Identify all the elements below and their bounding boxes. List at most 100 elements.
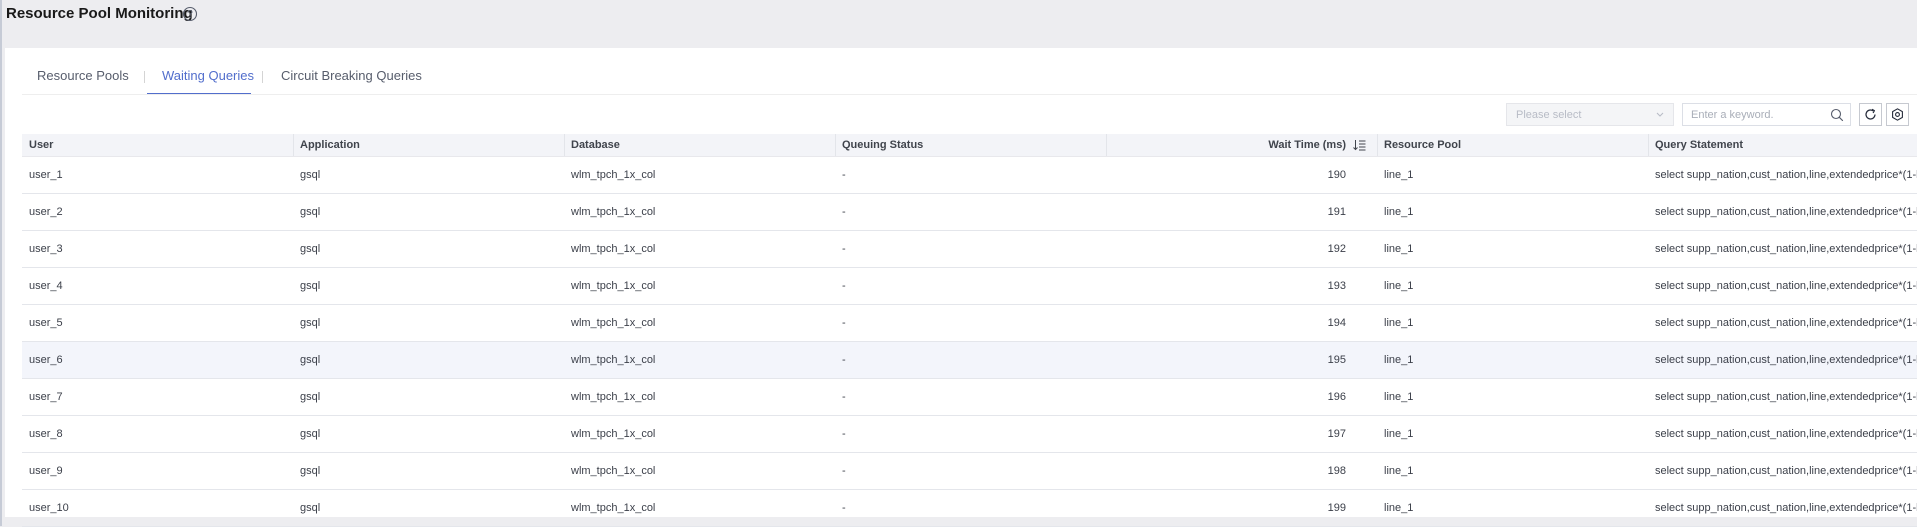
cell-wait-time: 193 xyxy=(1327,280,1346,292)
tabs-divider xyxy=(22,94,1917,95)
gear-icon xyxy=(1892,108,1903,121)
table-row[interactable]: user_7 gsql wlm_tpch_1x_col - 196 line_1 selec… xyxy=(22,379,1917,416)
chevron-down-icon xyxy=(1656,112,1664,117)
table-header: User Application Database Queuing Status… xyxy=(22,134,1917,157)
cell-query-statement: select supp_nation,cust_nation,line,exte… xyxy=(1655,428,1917,440)
cell-resource-pool: line_1 xyxy=(1384,317,1414,329)
table-row[interactable]: user_6 gsql wlm_tpch_1x_col - 195 line_1 selec… xyxy=(22,342,1917,379)
cell-queuing-status: - xyxy=(842,280,846,292)
refresh-icon xyxy=(1865,108,1876,120)
cell-application: gsql xyxy=(300,169,321,181)
cell-application: gsql xyxy=(300,243,321,255)
cell-query-statement: select supp_nation,cust_nation,line,exte… xyxy=(1655,354,1917,366)
table-row[interactable]: user_2 gsql wlm_tpch_1x_col - 191 line_1 selec… xyxy=(22,194,1917,231)
cell-database: wlm_tpch_1x_col xyxy=(571,169,656,181)
cell-user: user_8 xyxy=(29,428,63,440)
cell-queuing-status: - xyxy=(842,317,846,329)
cell-query-statement: select supp_nation,cust_nation,line,exte… xyxy=(1655,280,1917,292)
cell-wait-time: 196 xyxy=(1327,391,1346,403)
cell-user: user_1 xyxy=(29,169,63,181)
tab-divider xyxy=(144,71,145,83)
cell-queuing-status: - xyxy=(842,465,846,477)
cell-user: user_4 xyxy=(29,280,63,292)
cell-query-statement: select supp_nation,cust_nation,line,exte… xyxy=(1655,465,1917,477)
left-border xyxy=(0,0,2,526)
cell-queuing-status: - xyxy=(842,243,846,255)
cell-query-statement: select supp_nation,cust_nation,line,exte… xyxy=(1655,243,1917,255)
page-title: Resource Pool Monitoring xyxy=(6,5,193,22)
cell-user: user_6 xyxy=(29,354,63,366)
column-header-database: Database xyxy=(571,139,620,151)
cell-application: gsql xyxy=(300,280,321,292)
search-input[interactable] xyxy=(1683,104,1823,125)
waiting-queries-table: User Application Database Queuing Status… xyxy=(22,134,1917,527)
cell-database: wlm_tpch_1x_col xyxy=(571,391,656,403)
cell-database: wlm_tpch_1x_col xyxy=(571,354,656,366)
cell-wait-time: 190 xyxy=(1327,169,1346,181)
refresh-button[interactable] xyxy=(1859,103,1882,126)
bottom-strip xyxy=(5,517,1917,526)
cell-user: user_7 xyxy=(29,391,63,403)
table-row[interactable]: user_9 gsql wlm_tpch_1x_col - 198 line_1 selec… xyxy=(22,453,1917,490)
page-header: Resource Pool Monitoring xyxy=(0,0,1917,48)
cell-queuing-status: - xyxy=(842,391,846,403)
table-row[interactable]: user_5 gsql wlm_tpch_1x_col - 194 line_1 selec… xyxy=(22,305,1917,342)
table-row[interactable]: user_4 gsql wlm_tpch_1x_col - 193 line_1 selec… xyxy=(22,268,1917,305)
cell-resource-pool: line_1 xyxy=(1384,243,1414,255)
settings-button[interactable] xyxy=(1886,103,1909,126)
cell-database: wlm_tpch_1x_col xyxy=(571,428,656,440)
cell-wait-time: 192 xyxy=(1327,243,1346,255)
cell-application: gsql xyxy=(300,391,321,403)
cell-queuing-status: - xyxy=(842,206,846,218)
cell-resource-pool: line_1 xyxy=(1384,280,1414,292)
table-body: user_1 gsql wlm_tpch_1x_col -190 line_1 selec… xyxy=(22,157,1917,527)
tab-resource-pools[interactable]: Resource Pools xyxy=(37,68,129,83)
cell-database: wlm_tpch_1x_col xyxy=(571,206,656,218)
cell-database: wlm_tpch_1x_col xyxy=(571,280,656,292)
cell-user: user_3 xyxy=(29,243,63,255)
cell-user: user_2 xyxy=(29,206,63,218)
column-header-query-statement: Query Statement xyxy=(1655,139,1744,151)
question-circle-icon[interactable] xyxy=(182,6,198,22)
column-header-queuing-status: Queuing Status xyxy=(842,139,924,151)
filter-select[interactable]: Please select xyxy=(1506,103,1674,126)
table-row[interactable]: user_1 gsql wlm_tpch_1x_col - 190 line_1 selec… xyxy=(22,157,1917,194)
cell-user: user_9 xyxy=(29,465,63,477)
cell-wait-time: 195 xyxy=(1327,354,1346,366)
column-header-wait-time[interactable]: Wait Time (ms) xyxy=(1106,134,1346,156)
cell-queuing-status: - xyxy=(842,354,846,366)
page: Resource Pool Monitoring Resource Pools … xyxy=(0,0,1917,527)
cell-resource-pool: line_1 xyxy=(1384,391,1414,403)
cell-wait-time: 191 xyxy=(1327,206,1346,218)
cell-resource-pool: line_1 xyxy=(1384,354,1414,366)
sort-descending-icon[interactable] xyxy=(1353,139,1366,151)
cell-wait-time: 194 xyxy=(1327,317,1346,329)
cell-wait-time: 197 xyxy=(1327,428,1346,440)
cell-query-statement: select supp_nation,cust_nation,line,exte… xyxy=(1655,169,1917,181)
cell-user: user_5 xyxy=(29,317,63,329)
cell-database: wlm_tpch_1x_col xyxy=(571,243,656,255)
cell-resource-pool: line_1 xyxy=(1384,428,1414,440)
cell-queuing-status: - xyxy=(842,169,846,181)
search-icon[interactable] xyxy=(1830,108,1844,122)
cell-application: gsql xyxy=(300,317,321,329)
cell-query-statement: select supp_nation,cust_nation,line,exte… xyxy=(1655,317,1917,329)
column-header-application: Application xyxy=(300,139,360,151)
cell-queuing-status: - xyxy=(842,428,846,440)
tab-circuit-breaking-queries[interactable]: Circuit Breaking Queries xyxy=(281,68,422,83)
column-header-user: User xyxy=(29,139,54,151)
cell-application: gsql xyxy=(300,354,321,366)
cell-database: wlm_tpch_1x_col xyxy=(571,465,656,477)
cell-application: gsql xyxy=(300,465,321,477)
filter-select-placeholder: Please select xyxy=(1516,109,1582,121)
tab-waiting-queries[interactable]: Waiting Queries xyxy=(162,68,254,83)
cell-database: wlm_tpch_1x_col xyxy=(571,317,656,329)
column-header-resource-pool: Resource Pool xyxy=(1384,139,1462,151)
cell-query-statement: select supp_nation,cust_nation,line,exte… xyxy=(1655,206,1917,218)
cell-resource-pool: line_1 xyxy=(1384,465,1414,477)
table-row[interactable]: user_8 gsql wlm_tpch_1x_col - 197 line_1 selec… xyxy=(22,416,1917,453)
cell-application: gsql xyxy=(300,428,321,440)
cell-wait-time: 198 xyxy=(1327,465,1346,477)
table-row[interactable]: user_3 gsql wlm_tpch_1x_col - 192 line_1 selec… xyxy=(22,231,1917,268)
tab-divider xyxy=(262,71,263,83)
